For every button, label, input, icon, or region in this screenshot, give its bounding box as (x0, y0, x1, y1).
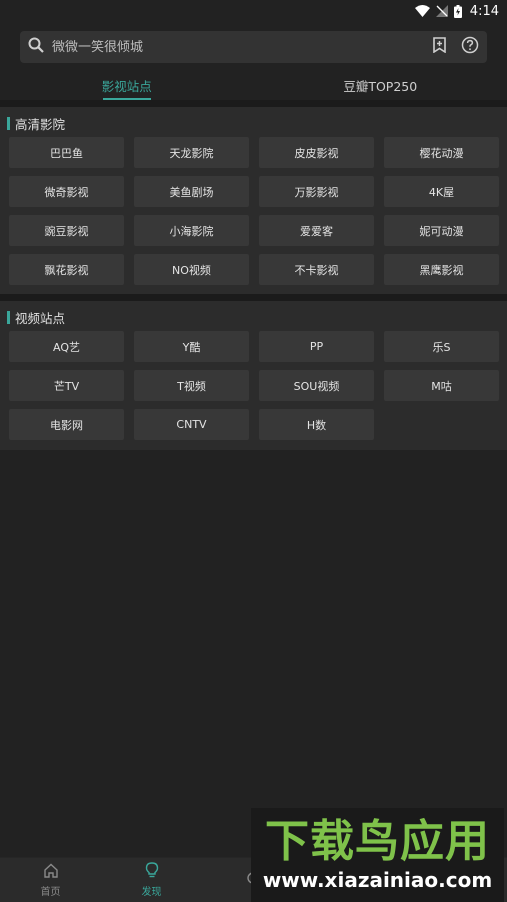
search-icon[interactable] (28, 37, 44, 57)
watermark-logo: 下载鸟应用 www.xiazainiao.com (251, 808, 504, 902)
divider (0, 100, 507, 107)
tab-label: 豆瓣TOP250 (343, 78, 418, 94)
search-bar (20, 31, 487, 63)
search-input[interactable] (52, 39, 432, 55)
tab-bar: 影视站点 豆瓣TOP250 (0, 70, 507, 100)
site-button[interactable]: Y酷 (134, 331, 249, 362)
site-button[interactable]: 爱爱客 (259, 215, 374, 246)
site-button[interactable]: CNTV (134, 409, 249, 440)
nav-home[interactable]: 首页 (0, 858, 101, 902)
site-button[interactable]: 樱花动漫 (384, 137, 499, 168)
site-button[interactable]: 小海影院 (134, 215, 249, 246)
site-button[interactable]: 电影网 (9, 409, 124, 440)
site-grid: AQ艺 Y酷 PP 乐S 芒TV T视频 SOU视频 M咕 电影网 CNTV H… (0, 331, 507, 450)
wifi-icon (414, 5, 430, 17)
site-button[interactable]: 巴巴鱼 (9, 137, 124, 168)
site-button[interactable]: T视频 (134, 370, 249, 401)
lightbulb-icon (145, 862, 159, 881)
battery-icon (453, 4, 462, 18)
site-button[interactable]: AQ艺 (9, 331, 124, 362)
watermark-url: www.xiazainiao.com (262, 868, 493, 892)
nav-discover[interactable]: 发现 (101, 858, 202, 902)
tab-label: 影视站点 (101, 78, 152, 94)
section-title: 高清影院 (15, 116, 66, 132)
divider (0, 294, 507, 301)
site-button[interactable]: 万影影视 (259, 176, 374, 207)
help-icon[interactable] (461, 36, 479, 58)
site-button[interactable]: M咕 (384, 370, 499, 401)
status-time: 4:14 (469, 3, 499, 19)
section-video-sites: 视频站点 AQ艺 Y酷 PP 乐S 芒TV T视频 SOU视频 M咕 电影网 C… (0, 301, 507, 450)
site-button[interactable]: 飘花影视 (9, 254, 124, 285)
site-button[interactable]: PP (259, 331, 374, 362)
site-button[interactable]: H数 (259, 409, 374, 440)
site-button[interactable]: SOU视频 (259, 370, 374, 401)
site-button[interactable]: 豌豆影视 (9, 215, 124, 246)
site-button[interactable]: 微奇影视 (9, 176, 124, 207)
site-button[interactable]: 妮可动漫 (384, 215, 499, 246)
site-button[interactable]: 天龙影院 (134, 137, 249, 168)
section-hd-cinema: 高清影院 巴巴鱼 天龙影院 皮皮影视 樱花动漫 微奇影视 美鱼剧场 万影影视 4… (0, 107, 507, 294)
no-signal-icon (435, 5, 448, 17)
section-title: 视频站点 (15, 310, 66, 326)
site-grid: 巴巴鱼 天龙影院 皮皮影视 樱花动漫 微奇影视 美鱼剧场 万影影视 4K屋 豌豆… (0, 137, 507, 295)
tab-sites[interactable]: 影视站点 (0, 70, 254, 100)
site-button[interactable]: 黑鹰影视 (384, 254, 499, 285)
site-button[interactable]: 4K屋 (384, 176, 499, 207)
site-button[interactable]: NO视频 (134, 254, 249, 285)
home-icon (43, 863, 59, 881)
site-button[interactable]: 不卡影视 (259, 254, 374, 285)
nav-label: 首页 (40, 886, 61, 898)
tab-douban-top250[interactable]: 豆瓣TOP250 (254, 70, 507, 100)
site-button[interactable]: 皮皮影视 (259, 137, 374, 168)
site-button[interactable]: 美鱼剧场 (134, 176, 249, 207)
site-button[interactable]: 芒TV (9, 370, 124, 401)
site-button[interactable]: 乐S (384, 331, 499, 362)
bookmark-add-icon[interactable] (432, 37, 447, 57)
watermark-title: 下载鸟应用 (265, 816, 490, 867)
section-accent-bar (7, 310, 10, 324)
nav-label: 发现 (141, 887, 162, 898)
status-bar: 4:14 (0, 0, 507, 22)
section-accent-bar (7, 116, 10, 130)
